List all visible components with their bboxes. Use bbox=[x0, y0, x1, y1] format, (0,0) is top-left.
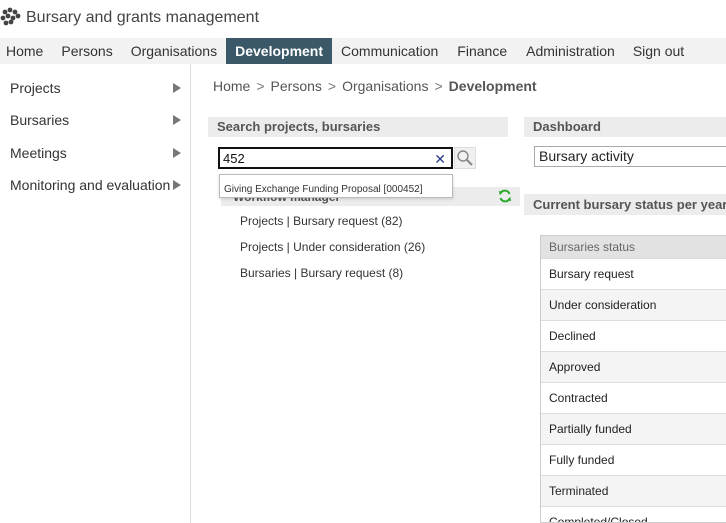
table-row: Fully funded bbox=[541, 444, 726, 475]
workflow-link-projects-request[interactable]: Projects | Bursary request (82) bbox=[240, 214, 403, 228]
search-icon bbox=[457, 150, 473, 166]
sidebar-item-bursaries[interactable]: Bursaries bbox=[0, 108, 191, 132]
dashboard-header: Dashboard bbox=[524, 117, 726, 137]
bursary-status-table: Bursaries status Bursary request Under c… bbox=[540, 235, 726, 523]
status-panel-header: Current bursary status per year bbox=[524, 194, 726, 215]
nav-sign-out[interactable]: Sign out bbox=[627, 38, 690, 64]
breadcrumb-current: Development bbox=[448, 78, 537, 94]
table-row: Contracted bbox=[541, 382, 726, 413]
table-row: Under consideration bbox=[541, 289, 726, 320]
search-suggestions: Giving Exchange Funding Proposal [000452… bbox=[219, 174, 453, 198]
top-navigation: Home Persons Organisations Development C… bbox=[0, 38, 726, 64]
breadcrumb-separator: > bbox=[256, 78, 265, 94]
table-row: Bursary request bbox=[541, 258, 726, 289]
nav-finance[interactable]: Finance bbox=[451, 38, 513, 64]
sidebar-item-monitoring[interactable]: Monitoring and evaluation bbox=[0, 173, 191, 197]
table-row: Terminated bbox=[541, 475, 726, 506]
nav-administration[interactable]: Administration bbox=[520, 38, 621, 64]
sidebar-item-label: Monitoring and evaluation bbox=[10, 177, 171, 193]
sidebar-item-meetings[interactable]: Meetings bbox=[0, 141, 191, 165]
sidebar-item-label: Bursaries bbox=[10, 112, 70, 128]
arrow-right-icon bbox=[173, 180, 181, 190]
sidebar-item-label: Projects bbox=[10, 80, 61, 96]
table-row: Approved bbox=[541, 351, 726, 382]
table-header: Bursaries status bbox=[541, 236, 726, 258]
nav-organisations[interactable]: Organisations bbox=[125, 38, 223, 64]
breadcrumb-persons[interactable]: Persons bbox=[271, 78, 322, 94]
breadcrumb-separator: > bbox=[327, 78, 337, 94]
logo-icon bbox=[0, 7, 21, 26]
search-input[interactable]: 452 ✕ bbox=[218, 147, 453, 169]
table-row: Completed/Closed bbox=[541, 506, 726, 522]
suggestion-item[interactable]: Giving Exchange Funding Proposal [000452… bbox=[224, 184, 422, 195]
table-row: Partially funded bbox=[541, 413, 726, 444]
nav-persons[interactable]: Persons bbox=[55, 38, 118, 64]
workflow-link-projects-consideration[interactable]: Projects | Under consideration (26) bbox=[240, 240, 425, 254]
app-header: Bursary and grants management bbox=[0, 0, 726, 38]
search-input-value: 452 bbox=[223, 151, 245, 166]
nav-communication[interactable]: Communication bbox=[335, 38, 444, 64]
search-panel-header: Search projects, bursaries bbox=[208, 117, 508, 137]
workflow-link-bursaries-request[interactable]: Bursaries | Bursary request (8) bbox=[240, 266, 403, 280]
arrow-right-icon bbox=[173, 83, 181, 93]
sidebar-item-projects[interactable]: Projects bbox=[0, 76, 191, 100]
breadcrumb-separator: > bbox=[434, 78, 443, 94]
nav-development[interactable]: Development bbox=[226, 38, 333, 64]
clear-icon[interactable]: ✕ bbox=[434, 151, 446, 167]
search-button[interactable] bbox=[454, 147, 476, 169]
nav-home[interactable]: Home bbox=[0, 38, 49, 64]
dashboard-select[interactable]: Bursary activity bbox=[534, 146, 726, 167]
refresh-icon[interactable] bbox=[498, 189, 512, 203]
breadcrumb-home[interactable]: Home bbox=[213, 78, 250, 94]
sidebar: Projects Bursaries Meetings Monitoring a… bbox=[0, 64, 191, 523]
table-row: Declined bbox=[541, 320, 726, 351]
sidebar-item-label: Meetings bbox=[10, 145, 67, 161]
breadcrumb: Home > Persons > Organisations > Development bbox=[213, 78, 537, 94]
arrow-right-icon bbox=[173, 148, 181, 158]
arrow-right-icon bbox=[173, 115, 181, 125]
app-title: Bursary and grants management bbox=[26, 9, 260, 26]
breadcrumb-organisations[interactable]: Organisations bbox=[342, 78, 428, 94]
